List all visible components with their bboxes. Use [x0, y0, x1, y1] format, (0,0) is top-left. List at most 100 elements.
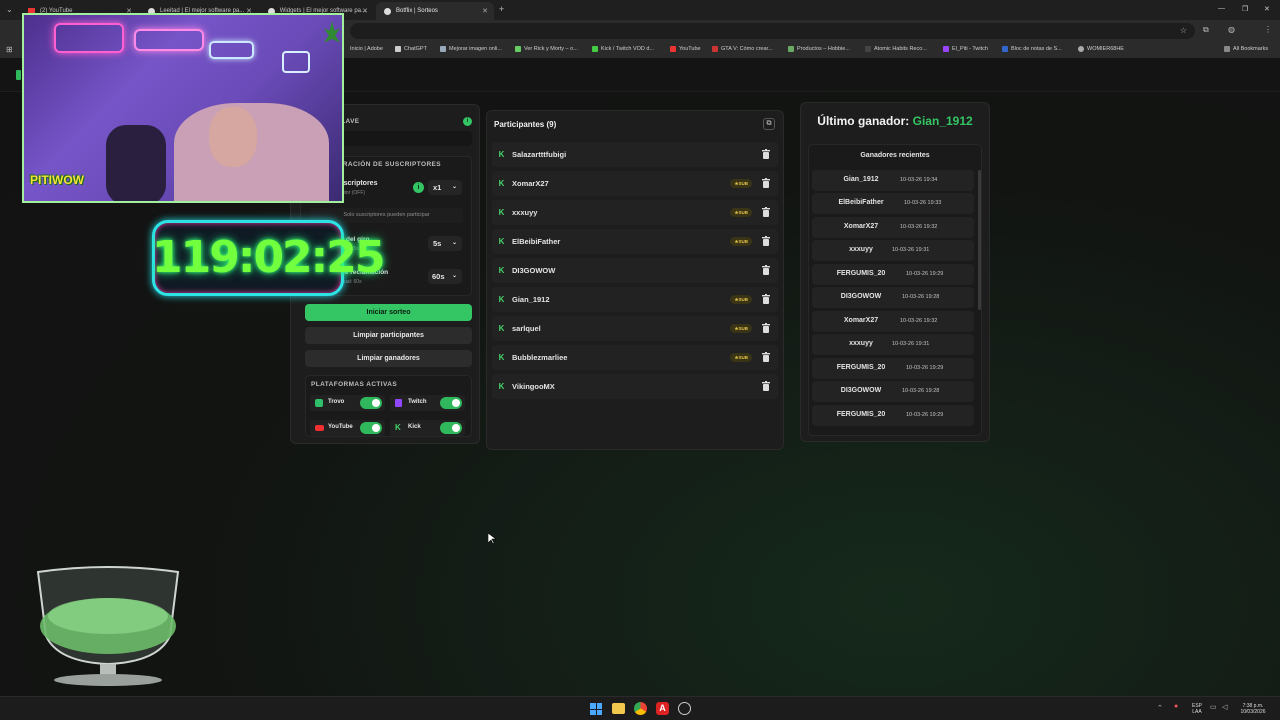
star-icon[interactable]: ☆ — [1180, 26, 1187, 35]
bookmark-item[interactable]: GTA V: Cómo crear... — [712, 46, 773, 52]
extensions-icon[interactable]: ⧉ — [1203, 25, 1209, 35]
kick-toggle[interactable] — [440, 422, 462, 434]
chevron-down-icon: ⌄ — [451, 240, 457, 246]
claim-time-select[interactable]: 60s ⌄ — [428, 269, 462, 284]
winner-row: XomarX27 10-03-26 19:32 — [812, 311, 974, 332]
platform-youtube: YouTube — [310, 420, 385, 436]
network-icon[interactable]: ▭ — [1210, 703, 1217, 711]
trovo-toggle[interactable] — [360, 397, 382, 409]
chevron-up-icon[interactable]: ⌃ — [1157, 704, 1163, 712]
winner-date: 10-03-26 19:31 — [892, 247, 930, 253]
bookmark-item[interactable]: Ver Rick y Morty – o... — [515, 46, 578, 52]
all-bookmarks[interactable]: All Bookmarks — [1224, 46, 1268, 52]
youtube-icon — [315, 425, 324, 431]
kick-icon: K — [498, 237, 505, 246]
bookmark-label: Bloc de notas de S... — [1011, 46, 1062, 52]
trash-icon[interactable] — [762, 236, 770, 246]
leaf-icon — [324, 21, 340, 43]
twitch-icon — [943, 46, 949, 52]
youtube-toggle[interactable] — [360, 422, 382, 434]
winner-date: 10-03-26 19:29 — [906, 412, 944, 418]
url-input[interactable]: ☆ — [350, 23, 1195, 39]
kick-icon: K — [498, 295, 505, 304]
participant-name: sarlquel — [512, 324, 541, 333]
clock[interactable]: 7:38 p.m. 10/03/2026 — [1236, 703, 1270, 715]
bookmark-label: Inicio | Adobe — [350, 46, 383, 52]
winner-date: 10-03-26 19:33 — [904, 200, 942, 206]
file-explorer-icon[interactable] — [612, 703, 625, 714]
bookmark-item[interactable]: Atomic Habits Reco... — [865, 46, 927, 52]
extra-subs-select[interactable]: x1 ⌄ — [428, 180, 462, 195]
shop-icon — [788, 46, 794, 52]
sub-badge: ★ SUB — [730, 295, 752, 304]
volume-icon[interactable]: ◁ — [1222, 703, 1227, 711]
winner-date: 10-03-26 19:28 — [902, 388, 940, 394]
close-icon[interactable]: ✕ — [362, 7, 368, 15]
bookmark-item[interactable]: Mejorar imagen onli... — [440, 46, 502, 52]
scrollbar[interactable] — [978, 170, 981, 310]
bookmark-item[interactable]: WOMIER68HE — [1078, 46, 1124, 52]
info-icon[interactable]: i — [463, 117, 472, 126]
kick-icon: K — [498, 382, 505, 391]
twitch-toggle[interactable] — [440, 397, 462, 409]
trash-icon[interactable] — [762, 265, 770, 275]
spin-duration-select[interactable]: 5s ⌄ — [428, 236, 462, 251]
profile-icon[interactable]: ◍ — [1228, 25, 1235, 34]
trash-icon[interactable] — [762, 207, 770, 217]
chatgpt-icon — [395, 46, 401, 52]
clear-participants-button[interactable]: Limpiar participantes — [305, 327, 472, 344]
menu-icon[interactable]: ⋮ — [1264, 25, 1272, 34]
close-window-icon[interactable]: ✕ — [1264, 5, 1270, 13]
sub-badge-label: SUB — [738, 181, 748, 186]
winner-row: Gian_1912 10-03-26 19:34 — [812, 170, 974, 191]
minimize-icon[interactable]: — — [1218, 5, 1225, 12]
rick-icon — [515, 46, 521, 52]
winner-name: Gian_1912 — [843, 176, 879, 183]
bookmark-item[interactable]: Bloc de notas de S... — [1002, 46, 1062, 52]
winner-date: 10-03-26 19:29 — [906, 365, 944, 371]
info-icon[interactable]: i — [413, 182, 424, 193]
trash-icon[interactable] — [762, 381, 770, 391]
participants-title: Participantes (9) — [494, 120, 557, 129]
kick-icon: K — [498, 353, 505, 362]
winner-name: ElBeibiFather — [838, 199, 884, 206]
bookmark-item[interactable]: El_Piti - Twitch — [943, 46, 988, 52]
winner-row: FERGUMIS_20 10-03-26 19:29 — [812, 405, 974, 426]
apps-icon[interactable]: ⊞ — [6, 45, 13, 54]
bookmark-label: Kick / Twitch VOD d... — [601, 46, 655, 52]
clear-winners-button[interactable]: Limpiar ganadores — [305, 350, 472, 367]
bookmark-item[interactable]: Kick / Twitch VOD d... — [592, 46, 654, 52]
kick-icon: K — [498, 266, 505, 275]
bookmark-item[interactable]: Productos – Hobbie... — [788, 46, 850, 52]
tab-botflix[interactable]: Botflix | Sorteos ✕ — [376, 2, 494, 20]
trash-icon[interactable] — [762, 323, 770, 333]
copy-icon[interactable]: ⧉ — [763, 118, 775, 130]
sub-badge-label: SUB — [738, 210, 748, 215]
trash-icon[interactable] — [762, 294, 770, 304]
trash-icon[interactable] — [762, 178, 770, 188]
language-indicator[interactable]: ESP LAA — [1188, 703, 1206, 715]
sub-badge: ★ SUB — [730, 237, 752, 246]
image-icon — [440, 46, 446, 52]
close-icon[interactable]: ✕ — [482, 7, 488, 15]
app-icon[interactable] — [678, 702, 691, 715]
maximize-icon[interactable]: ❐ — [1242, 5, 1248, 13]
adobe-icon[interactable]: A — [656, 702, 669, 715]
trash-icon[interactable] — [762, 352, 770, 362]
bookmark-label: Ver Rick y Morty – o... — [524, 46, 578, 52]
chrome-icon[interactable] — [634, 702, 647, 715]
last-winner-name: Gian_1912 — [912, 114, 973, 128]
new-tab-icon[interactable]: + — [499, 4, 504, 14]
bookmark-item[interactable]: YouTube — [670, 46, 701, 52]
tab-search-icon[interactable]: ⌄ — [6, 5, 13, 14]
bookmark-item[interactable]: Inicio | Adobe — [350, 46, 383, 52]
winner-name: XomarX27 — [843, 223, 879, 230]
start-raffle-button[interactable]: Iniciar sorteo — [305, 304, 472, 321]
participant-row: Kxxxuyy ★ SUB — [492, 200, 778, 225]
winner-row: xxxuyy 10-03-26 19:31 — [812, 240, 974, 261]
trash-icon[interactable] — [762, 149, 770, 159]
bookmark-item[interactable]: ChatGPT — [395, 46, 427, 52]
windows-start-icon[interactable] — [590, 703, 602, 715]
mic-icon[interactable]: ● — [1174, 703, 1178, 710]
taskbar: A ⌃ ● ESP LAA ▭ ◁ 7:38 p.m. 10/03/2026 — [0, 696, 1280, 720]
